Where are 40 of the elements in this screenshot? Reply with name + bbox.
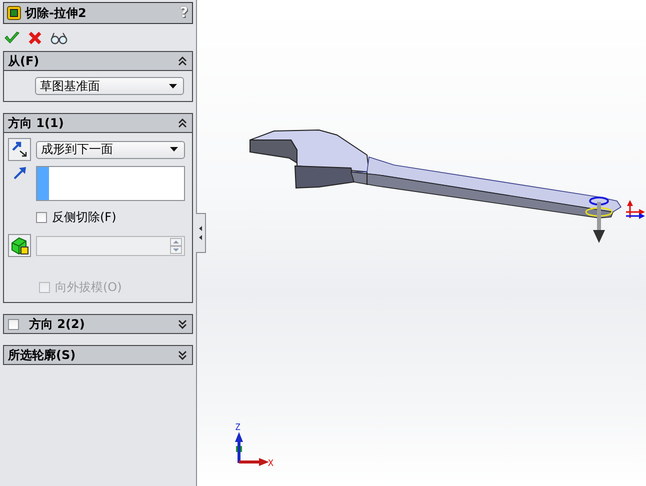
collapse-handle[interactable] (196, 213, 206, 253)
selection-box[interactable] (36, 166, 185, 201)
glasses-icon[interactable] (50, 31, 68, 45)
dropdown[interactable]: 草图基准面 (35, 77, 184, 95)
section-title: 所选轮廓(S) (8, 346, 77, 364)
checkbox-label: 向外拔模(O) (55, 279, 122, 296)
section-title: 从(F) (8, 52, 40, 70)
section-header[interactable]: 方向 1(1) (4, 114, 192, 132)
section-title: 方向 1(1) (8, 114, 65, 132)
extrude-arrow-handle[interactable] (593, 202, 605, 243)
collapse-chevron-icon[interactable] (178, 118, 187, 128)
dropdown-arrow-icon (170, 147, 178, 152)
dropdown-arrow-icon (169, 84, 177, 88)
direction-arrow-icon (12, 166, 26, 180)
checkbox[interactable] (8, 318, 19, 330)
arrows-icon (11, 141, 28, 158)
checkbox-label: 反侧切除(F) (52, 209, 116, 226)
section-header[interactable]: 所选轮廓(S) (4, 346, 192, 364)
edge-highlight-icon (585, 207, 613, 217)
cancel-icon[interactable] (28, 31, 42, 45)
dropdown[interactable]: 成形到下一面 (36, 140, 185, 158)
x-axis-label: X (268, 459, 274, 469)
draft-button[interactable] (8, 234, 31, 257)
axis-triad-drawing (235, 432, 269, 466)
section-title: 方向 2(2) (29, 316, 86, 332)
z-axis-label: Z (235, 423, 240, 433)
section-header[interactable]: 方向 2(2) (4, 315, 192, 333)
expand-chevron-icon[interactable] (178, 350, 187, 360)
arrow-left-icon (198, 225, 203, 241)
draft-icon (10, 236, 28, 254)
section-header[interactable]: 从(F) (4, 52, 192, 70)
edge-highlight-icon (589, 196, 609, 206)
checkbox[interactable] (36, 212, 47, 223)
expand-chevron-icon[interactable] (178, 318, 187, 330)
collapse-chevron-icon[interactable] (178, 56, 187, 66)
feature-icon (7, 6, 21, 20)
panel-title: 切除-拉伸2 (25, 4, 88, 22)
reference-triad-icon (626, 200, 645, 219)
ok-icon[interactable] (4, 31, 20, 45)
reverse-direction-button[interactable] (8, 138, 31, 161)
